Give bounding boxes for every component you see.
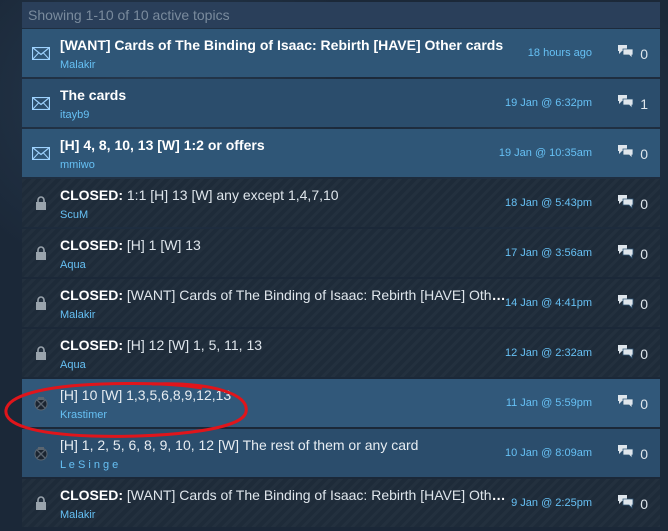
lock-icon (31, 293, 51, 313)
topic-title-link[interactable]: [WANT] Cards of The Binding of Isaac: Re… (60, 37, 508, 53)
topic-title-link[interactable]: [H] 1, 2, 5, 6, 8, 9, 10, 12 [W] The res… (60, 437, 508, 453)
topic-last-post-date: 9 Jan @ 2:25pm (511, 497, 592, 509)
topic-title-text: [WANT] Cards of The Binding of Isaac: Re… (60, 37, 504, 53)
topic-title-link[interactable]: CLOSED: 1:1 [H] 13 [W] any except 1,4,7,… (60, 187, 508, 203)
topic-author-link[interactable]: Aqua (60, 259, 86, 271)
speech-bubble-icon (617, 494, 634, 514)
spam-icon (31, 393, 51, 413)
topic-title-text: [WANT] Cards of The Binding of Isaac: Re… (126, 487, 508, 503)
reply-count-value: 0 (640, 296, 648, 312)
topic-title-text: 1:1 [H] 13 [W] any except 1,4,7,10 (126, 187, 339, 203)
topic-title-link[interactable]: [H] 10 [W] 1,3,5,6,8,9,12,13 (60, 387, 508, 403)
reply-count-value: 0 (640, 196, 648, 212)
topic-row[interactable]: CLOSED: [WANT] Cards of The Binding of I… (22, 479, 660, 527)
topic-last-post-date: 19 Jan @ 6:32pm (505, 97, 592, 109)
topic-last-post-date: 11 Jan @ 5:59pm (505, 397, 592, 409)
topics-header: Showing 1-10 of 10 active topics (22, 2, 660, 28)
lock-icon (31, 243, 51, 263)
topic-title-link[interactable]: CLOSED: [H] 12 [W] 1, 5, 11, 13 (60, 337, 508, 353)
topic-title-text: [H] 1, 2, 5, 6, 8, 9, 10, 12 [W] The res… (60, 437, 419, 453)
topic-list: [WANT] Cards of The Binding of Isaac: Re… (22, 29, 660, 529)
topic-last-post-date: 10 Jan @ 8:09am (505, 447, 592, 459)
lock-icon (31, 493, 51, 513)
topic-count-text: Showing 1-10 of 10 active topics (28, 7, 230, 23)
topic-title-link[interactable]: CLOSED: [WANT] Cards of The Binding of I… (60, 287, 508, 303)
speech-bubble-icon (617, 394, 634, 414)
topic-title-text: [H] 12 [W] 1, 5, 11, 13 (126, 337, 263, 353)
reply-count-value: 0 (640, 346, 648, 362)
spam-icon (31, 443, 51, 463)
topic-author-link[interactable]: Malakir (60, 509, 95, 521)
envelope-icon (31, 43, 51, 63)
closed-prefix: CLOSED: (60, 487, 123, 503)
reply-count: 0 (617, 494, 648, 514)
reply-count-value: 0 (640, 396, 648, 412)
reply-count-value: 1 (640, 96, 648, 112)
speech-bubble-icon (617, 244, 634, 264)
topic-author-link[interactable]: Malakir (60, 309, 95, 321)
topic-title-text: [H] 10 [W] 1,3,5,6,8,9,12,13 (60, 387, 232, 403)
topic-last-post-date: 19 Jan @ 10:35am (498, 147, 592, 159)
topic-author-link[interactable]: Aqua (60, 359, 86, 371)
closed-prefix: CLOSED: (60, 187, 123, 203)
topic-last-post-date: 17 Jan @ 3:56am (505, 247, 592, 259)
reply-count: 0 (617, 444, 648, 464)
closed-prefix: CLOSED: (60, 287, 123, 303)
reply-count: 0 (617, 44, 648, 64)
topic-author-link[interactable]: mmiwo (60, 159, 95, 171)
topic-row[interactable]: [H] 4, 8, 10, 13 [W] 1:2 or offers mmiwo 1… (22, 129, 660, 177)
lock-icon (31, 193, 51, 213)
topic-title-link[interactable]: The cards (60, 87, 508, 103)
topic-title-link[interactable]: CLOSED: [WANT] Cards of The Binding of I… (60, 487, 508, 503)
speech-bubble-icon (617, 194, 634, 214)
lock-icon (31, 343, 51, 363)
speech-bubble-icon (617, 44, 634, 64)
closed-prefix: CLOSED: (60, 237, 123, 253)
speech-bubble-icon (617, 344, 634, 364)
topic-last-post-date: 14 Jan @ 4:41pm (505, 297, 592, 309)
envelope-icon (31, 143, 51, 163)
topic-row[interactable]: CLOSED: 1:1 [H] 13 [W] any except 1,4,7,… (22, 179, 660, 227)
topic-author-link[interactable]: itayb9 (60, 109, 89, 121)
topic-title-link[interactable]: [H] 4, 8, 10, 13 [W] 1:2 or offers (60, 137, 508, 153)
speech-bubble-icon (617, 94, 634, 114)
topic-author-link[interactable]: ScuM (60, 209, 88, 221)
topic-title-text: [WANT] Cards of The Binding of Isaac: Re… (126, 287, 508, 303)
reply-count: 0 (617, 194, 648, 214)
envelope-icon (31, 93, 51, 113)
topic-row[interactable]: CLOSED: [WANT] Cards of The Binding of I… (22, 279, 660, 327)
topic-row[interactable]: [H] 1, 2, 5, 6, 8, 9, 10, 12 [W] The res… (22, 429, 660, 477)
speech-bubble-icon (617, 294, 634, 314)
reply-count-value: 0 (640, 496, 648, 512)
speech-bubble-icon (617, 144, 634, 164)
topic-row[interactable]: [H] 10 [W] 1,3,5,6,8,9,12,13 Krastimer 11 … (22, 379, 660, 427)
topic-title-text: [H] 4, 8, 10, 13 [W] 1:2 or offers (60, 137, 265, 153)
topic-last-post-date: 12 Jan @ 2:32am (505, 347, 592, 359)
topic-last-post-date: 18 hours ago (527, 47, 592, 59)
reply-count: 0 (617, 394, 648, 414)
topic-author-link[interactable]: Malakir (60, 59, 95, 71)
topic-author-link[interactable]: L e S i n g e (60, 459, 118, 471)
discussion-page: Showing 1-10 of 10 active topics [WANT] … (0, 0, 668, 531)
reply-count: 0 (617, 294, 648, 314)
topic-title-link[interactable]: CLOSED: [H] 1 [W] 13 (60, 237, 508, 253)
reply-count: 0 (617, 144, 648, 164)
topic-author-link[interactable]: Krastimer (60, 409, 107, 421)
topic-last-post-date: 18 Jan @ 5:43pm (505, 197, 592, 209)
reply-count-value: 0 (640, 446, 648, 462)
topic-title-text: [H] 1 [W] 13 (126, 237, 201, 253)
reply-count: 0 (617, 244, 648, 264)
topic-row[interactable]: CLOSED: [H] 12 [W] 1, 5, 11, 13 Aqua 12 Ja… (22, 329, 660, 377)
reply-count-value: 0 (640, 146, 648, 162)
topic-row[interactable]: CLOSED: [H] 1 [W] 13 Aqua 17 Jan @ 3:56am 0 (22, 229, 660, 277)
topic-title-text: The cards (60, 87, 127, 103)
closed-prefix: CLOSED: (60, 337, 123, 353)
reply-count: 0 (617, 344, 648, 364)
speech-bubble-icon (617, 444, 634, 464)
topic-row[interactable]: The cards itayb9 19 Jan @ 6:32pm 1 (22, 79, 660, 127)
reply-count: 1 (617, 94, 648, 114)
topic-row[interactable]: [WANT] Cards of The Binding of Isaac: Re… (22, 29, 660, 77)
reply-count-value: 0 (640, 246, 648, 262)
reply-count-value: 0 (640, 46, 648, 62)
